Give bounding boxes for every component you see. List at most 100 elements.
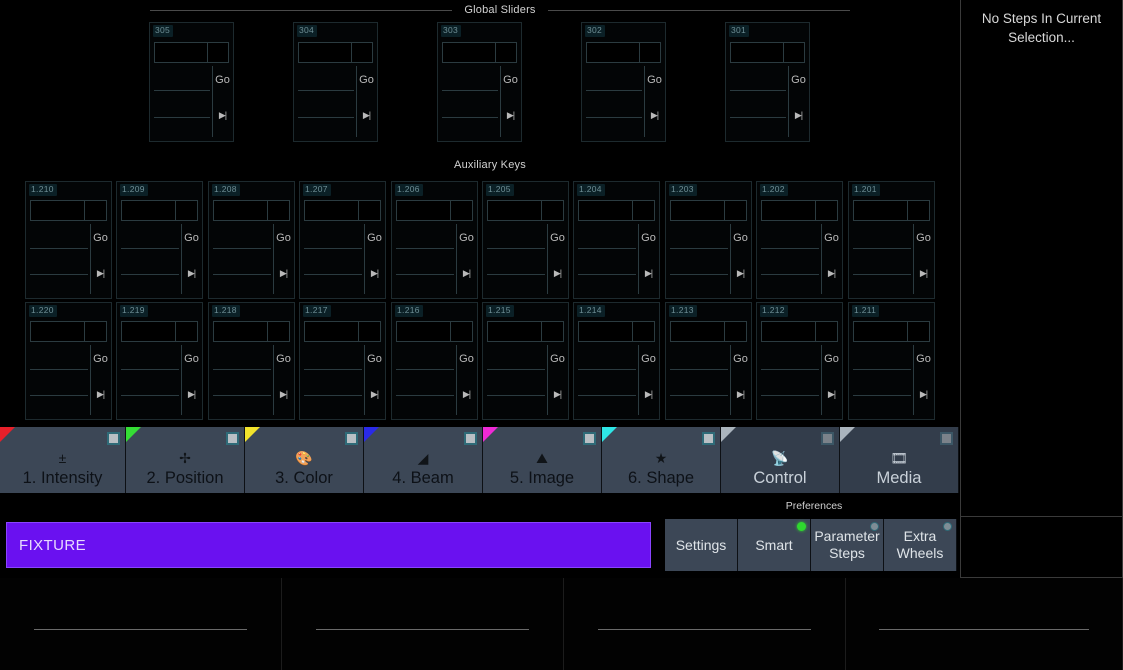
exec-level-bar[interactable] <box>487 321 564 342</box>
preference-button-parameter-steps[interactable]: Parameter Steps <box>811 519 884 571</box>
tab-checkbox[interactable] <box>940 432 953 445</box>
exec-level-bar[interactable] <box>298 42 373 63</box>
fixture-bar[interactable]: FIXTURE <box>6 522 651 568</box>
exec-go-button[interactable]: Go <box>638 233 659 244</box>
exec-level-bar[interactable] <box>761 321 838 342</box>
exec-level-bar[interactable] <box>304 321 381 342</box>
exec-level-bar[interactable] <box>304 200 381 221</box>
exec-level-bar[interactable] <box>396 321 473 342</box>
exec-level-bar[interactable] <box>30 321 107 342</box>
exec-go-button[interactable]: Go <box>456 354 477 365</box>
exec-go-button[interactable]: Go <box>547 354 568 365</box>
exec-level-bar[interactable] <box>121 321 198 342</box>
auxiliary-key-cell[interactable]: 1.216 Go ▶| <box>391 302 478 420</box>
exec-go-button[interactable]: Go <box>456 233 477 244</box>
exec-go-button[interactable]: Go <box>356 75 377 86</box>
exec-level-bar[interactable] <box>154 42 229 63</box>
exec-goto-next-button[interactable]: ▶| <box>730 390 751 399</box>
encoder-wheel-panel[interactable] <box>0 578 282 670</box>
exec-goto-next-button[interactable]: ▶| <box>913 269 934 278</box>
exec-level-bar[interactable] <box>121 200 198 221</box>
exec-goto-next-button[interactable]: ▶| <box>456 390 477 399</box>
exec-level-bar[interactable] <box>586 42 661 63</box>
auxiliary-key-cell[interactable]: 1.212 Go ▶| <box>756 302 843 420</box>
tab-checkbox[interactable] <box>821 432 834 445</box>
exec-level-bar[interactable] <box>30 200 107 221</box>
exec-go-button[interactable]: Go <box>364 233 385 244</box>
exec-goto-next-button[interactable]: ▶| <box>181 390 202 399</box>
exec-level-bar[interactable] <box>578 200 655 221</box>
exec-goto-next-button[interactable]: ▶| <box>500 111 521 120</box>
tab-3-color[interactable]: 🎨 3. Color <box>245 427 364 493</box>
encoder-wheel-panel[interactable] <box>846 578 1123 670</box>
auxiliary-key-cell[interactable]: 1.205 Go ▶| <box>482 181 569 299</box>
exec-level-bar[interactable] <box>578 321 655 342</box>
global-slider-cell[interactable]: 301 Go ▶| <box>725 22 810 142</box>
preference-button-smart[interactable]: Smart <box>738 519 811 571</box>
tab-2-position[interactable]: ✢ 2. Position <box>126 427 245 493</box>
exec-go-button[interactable]: Go <box>821 233 842 244</box>
exec-go-button[interactable]: Go <box>90 354 111 365</box>
auxiliary-key-cell[interactable]: 1.215 Go ▶| <box>482 302 569 420</box>
exec-go-button[interactable]: Go <box>212 75 233 86</box>
exec-goto-next-button[interactable]: ▶| <box>212 111 233 120</box>
exec-goto-next-button[interactable]: ▶| <box>730 269 751 278</box>
exec-goto-next-button[interactable]: ▶| <box>273 269 294 278</box>
exec-goto-next-button[interactable]: ▶| <box>638 390 659 399</box>
global-slider-cell[interactable]: 305 Go ▶| <box>149 22 234 142</box>
exec-go-button[interactable]: Go <box>273 354 294 365</box>
global-slider-cell[interactable]: 303 Go ▶| <box>437 22 522 142</box>
exec-go-button[interactable]: Go <box>547 233 568 244</box>
exec-level-bar[interactable] <box>670 200 747 221</box>
global-slider-cell[interactable]: 304 Go ▶| <box>293 22 378 142</box>
exec-goto-next-button[interactable]: ▶| <box>547 269 568 278</box>
auxiliary-key-cell[interactable]: 1.202 Go ▶| <box>756 181 843 299</box>
auxiliary-key-cell[interactable]: 1.209 Go ▶| <box>116 181 203 299</box>
exec-goto-next-button[interactable]: ▶| <box>547 390 568 399</box>
auxiliary-key-cell[interactable]: 1.218 Go ▶| <box>208 302 295 420</box>
exec-level-bar[interactable] <box>213 321 290 342</box>
auxiliary-key-cell[interactable]: 1.208 Go ▶| <box>208 181 295 299</box>
tab-checkbox[interactable] <box>583 432 596 445</box>
tab-media[interactable]: 🎞 Media <box>840 427 959 493</box>
exec-go-button[interactable]: Go <box>273 233 294 244</box>
preference-button-settings[interactable]: Settings <box>665 519 738 571</box>
preference-button-extra-wheels[interactable]: Extra Wheels <box>884 519 957 571</box>
exec-level-bar[interactable] <box>730 42 805 63</box>
exec-goto-next-button[interactable]: ▶| <box>90 390 111 399</box>
exec-go-button[interactable]: Go <box>913 354 934 365</box>
exec-goto-next-button[interactable]: ▶| <box>364 269 385 278</box>
exec-goto-next-button[interactable]: ▶| <box>181 269 202 278</box>
exec-go-button[interactable]: Go <box>638 354 659 365</box>
auxiliary-key-cell[interactable]: 1.214 Go ▶| <box>573 302 660 420</box>
exec-go-button[interactable]: Go <box>181 354 202 365</box>
tab-5-image[interactable]: ⛰ 5. Image <box>483 427 602 493</box>
exec-goto-next-button[interactable]: ▶| <box>788 111 809 120</box>
exec-goto-next-button[interactable]: ▶| <box>90 269 111 278</box>
exec-level-bar[interactable] <box>853 200 930 221</box>
exec-go-button[interactable]: Go <box>821 354 842 365</box>
exec-goto-next-button[interactable]: ▶| <box>356 111 377 120</box>
exec-go-button[interactable]: Go <box>644 75 665 86</box>
exec-go-button[interactable]: Go <box>730 233 751 244</box>
tab-checkbox[interactable] <box>345 432 358 445</box>
auxiliary-key-cell[interactable]: 1.203 Go ▶| <box>665 181 752 299</box>
exec-goto-next-button[interactable]: ▶| <box>821 269 842 278</box>
exec-go-button[interactable]: Go <box>364 354 385 365</box>
auxiliary-key-cell[interactable]: 1.219 Go ▶| <box>116 302 203 420</box>
global-slider-cell[interactable]: 302 Go ▶| <box>581 22 666 142</box>
exec-goto-next-button[interactable]: ▶| <box>273 390 294 399</box>
exec-go-button[interactable]: Go <box>788 75 809 86</box>
exec-goto-next-button[interactable]: ▶| <box>644 111 665 120</box>
tab-1-intensity[interactable]: ±1. Intensity <box>0 427 126 493</box>
exec-level-bar[interactable] <box>761 200 838 221</box>
tab-checkbox[interactable] <box>107 432 120 445</box>
exec-goto-next-button[interactable]: ▶| <box>456 269 477 278</box>
auxiliary-key-cell[interactable]: 1.207 Go ▶| <box>299 181 386 299</box>
tab-checkbox[interactable] <box>464 432 477 445</box>
auxiliary-key-cell[interactable]: 1.211 Go ▶| <box>848 302 935 420</box>
auxiliary-key-cell[interactable]: 1.201 Go ▶| <box>848 181 935 299</box>
exec-level-bar[interactable] <box>396 200 473 221</box>
exec-go-button[interactable]: Go <box>90 233 111 244</box>
exec-goto-next-button[interactable]: ▶| <box>638 269 659 278</box>
